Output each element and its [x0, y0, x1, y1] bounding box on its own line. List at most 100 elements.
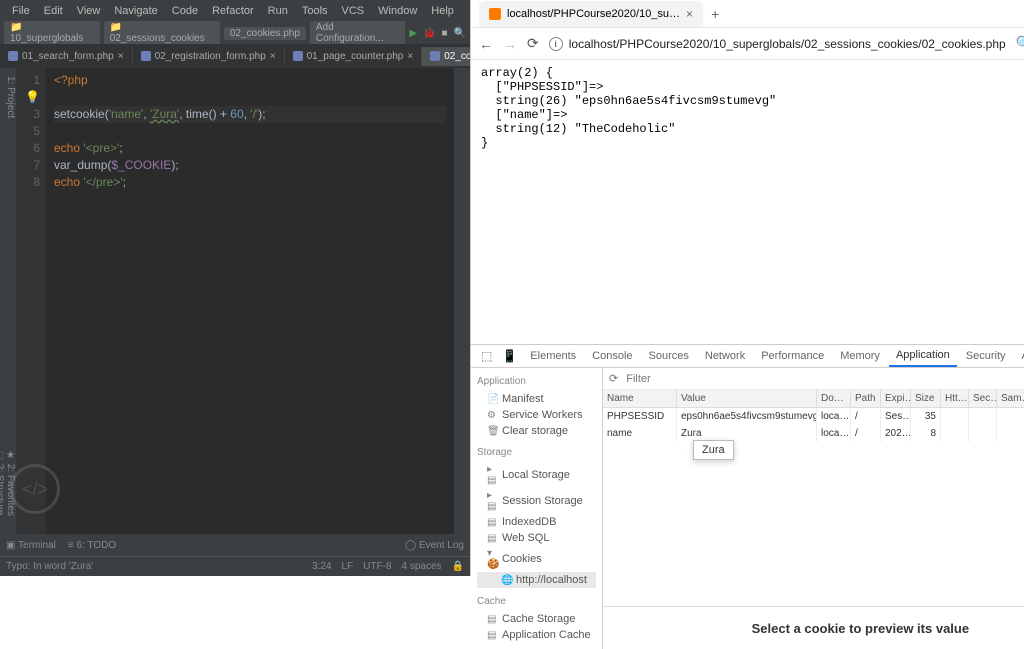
sidebar-clear[interactable]: 🗑Clear storage [477, 423, 596, 439]
menu-vcs[interactable]: VCS [336, 3, 371, 19]
event-log-button[interactable]: ◯ Event Log [405, 540, 464, 551]
device-icon[interactable]: 📱 [498, 349, 521, 363]
menu-help[interactable]: Help [425, 3, 460, 19]
add-configuration-button[interactable]: Add Configuration... [310, 21, 405, 45]
status-le: LF [342, 561, 354, 572]
th-secure[interactable]: Sec… [969, 390, 997, 408]
sidebar-cachestorage[interactable]: ▤Cache Storage [477, 611, 596, 627]
menu-refactor[interactable]: Refactor [206, 3, 260, 19]
inspect-icon[interactable]: ⬚ [477, 349, 496, 363]
ide-bottom-toolbar: ▣ Terminal ≡ 6: TODO ◯ Event Log [0, 534, 470, 556]
ide-window: File Edit View Navigate Code Refactor Ru… [0, 0, 470, 576]
th-name[interactable]: Name [603, 390, 677, 408]
menu-view[interactable]: View [71, 3, 107, 19]
sidebar-session[interactable]: ▸ ▤Session Storage [477, 488, 596, 514]
filter-input[interactable]: Filter [626, 373, 1024, 385]
th-expires[interactable]: Expi… [881, 390, 911, 408]
todo-button[interactable]: ≡ 6: TODO [68, 540, 116, 551]
sidebar-manifest[interactable]: 📄Manifest [477, 391, 596, 407]
th-path[interactable]: Path [851, 390, 881, 408]
site-info-icon[interactable]: i [549, 37, 563, 51]
th-samesite[interactable]: Sam… [997, 390, 1024, 408]
ide-body: 1: Project 1 💡 3 5 6 7 8 <?php setcookie… [0, 68, 470, 534]
ide-breadcrumb-bar: 📁 10_superglobals 📁 02_sessions_cookies … [0, 22, 470, 44]
th-size[interactable]: Size [911, 390, 941, 408]
devtools-tabs: ⬚ 📱 Elements Console Sources Network Per… [471, 345, 1024, 368]
sidebar-appcache[interactable]: ▤Application Cache [477, 627, 596, 643]
devtools-body: Application 📄Manifest ⚙Service Workers 🗑… [471, 368, 1024, 649]
editor-tab-1[interactable]: 01_search_form.php× [0, 47, 133, 66]
favicon-icon [489, 8, 501, 20]
cookie-value-editor[interactable]: Zura [693, 440, 734, 460]
menu-navigate[interactable]: Navigate [108, 3, 163, 19]
sidebar-websql[interactable]: ▤Web SQL [477, 530, 596, 546]
reload-icon[interactable]: ⟳ [527, 35, 539, 52]
menu-code[interactable]: Code [166, 3, 204, 19]
th-domain[interactable]: Do… [817, 390, 851, 408]
editor-tab-3[interactable]: 01_page_counter.php× [285, 47, 423, 66]
devtools-sidebar: Application 📄Manifest ⚙Service Workers 🗑… [471, 368, 603, 649]
tab-security[interactable]: Security [959, 346, 1013, 366]
sidebar-sw[interactable]: ⚙Service Workers [477, 407, 596, 423]
sidebar-hdr-storage: Storage [477, 447, 596, 458]
ide-editor[interactable]: <?php setcookie('name', 'Zura', time() +… [46, 68, 454, 534]
table-row[interactable]: name [603, 425, 677, 442]
cookie-table-wrap: Name Value Do… Path Expi… Size Htt… Sec…… [603, 390, 1024, 607]
stop-icon[interactable]: ■ [442, 28, 448, 39]
status-typo: Typo: In word 'Zura' [6, 561, 93, 572]
th-value[interactable]: Value [677, 390, 817, 408]
run-icon[interactable]: ▶ [409, 28, 417, 39]
status-lock-icon: 🔒 [452, 561, 464, 572]
cookie-toolbar: ⟳ Filter ⊘ ✕ [603, 368, 1024, 390]
back-icon[interactable]: ← [479, 36, 493, 52]
breadcrumb-file[interactable]: 02_cookies.php [224, 27, 306, 40]
tab-title: localhost/PHPCourse2020/10_su… [507, 8, 680, 20]
tab-close-icon[interactable]: × [686, 7, 693, 21]
menu-edit[interactable]: Edit [38, 3, 69, 19]
tab-performance[interactable]: Performance [754, 346, 831, 366]
bulb-icon[interactable]: 💡 [16, 89, 40, 106]
browser-addressbar: ← → ⟳ i localhost/PHPCourse2020/10_super… [471, 28, 1024, 60]
tab-audits[interactable]: Audits [1015, 346, 1024, 366]
url-text: localhost/PHPCourse2020/10_superglobals/… [569, 37, 1006, 51]
breadcrumb-folder2[interactable]: 📁 02_sessions_cookies [104, 21, 220, 45]
th-http[interactable]: Htt… [941, 390, 969, 408]
tab-elements[interactable]: Elements [523, 346, 583, 366]
debug-icon[interactable]: 🐞 [423, 28, 435, 39]
sidebar-hdr-app: Application [477, 376, 596, 387]
status-pos: 3:24 [312, 561, 331, 572]
tab-network[interactable]: Network [698, 346, 752, 366]
menu-tools[interactable]: Tools [296, 3, 334, 19]
table-row[interactable]: PHPSESSID [603, 408, 677, 425]
forward-icon[interactable]: → [503, 36, 517, 52]
sidebar-cookie-host[interactable]: 🌐http://localhost [477, 572, 596, 588]
breadcrumb-folder1[interactable]: 📁 10_superglobals [4, 21, 100, 45]
devtools: ⬚ 📱 Elements Console Sources Network Per… [471, 344, 1024, 576]
url-field[interactable]: i localhost/PHPCourse2020/10_superglobal… [549, 37, 1006, 51]
sidebar-idb[interactable]: ▤IndexedDB [477, 514, 596, 530]
menu-run[interactable]: Run [262, 3, 294, 19]
terminal-button[interactable]: ▣ Terminal [6, 540, 56, 551]
search-icon[interactable]: 🔍 [454, 28, 466, 39]
tab-application[interactable]: Application [889, 345, 957, 367]
devtools-main: ⟳ Filter ⊘ ✕ Name Value Do… Path Expi… S… [603, 368, 1024, 649]
new-tab-button[interactable]: + [703, 6, 727, 22]
cookie-table: Name Value Do… Path Expi… Size Htt… Sec…… [603, 390, 1024, 442]
tab-console[interactable]: Console [585, 346, 639, 366]
menu-window[interactable]: Window [372, 3, 423, 19]
sidebar-local[interactable]: ▸ ▤Local Storage [477, 462, 596, 488]
browser-tabbar: localhost/PHPCourse2020/10_su… × + — ☐ ✕ [471, 0, 1024, 28]
ide-editor-tabs: 01_search_form.php× 02_registration_form… [0, 44, 470, 68]
cookie-preview: Select a cookie to preview its value [603, 607, 1024, 649]
tab-sources[interactable]: Sources [642, 346, 696, 366]
tab-memory[interactable]: Memory [833, 346, 887, 366]
watermark-icon: </> [10, 464, 60, 514]
browser-tab[interactable]: localhost/PHPCourse2020/10_su… × [479, 1, 703, 27]
menu-file[interactable]: File [6, 3, 36, 19]
editor-tab-2[interactable]: 02_registration_form.php× [133, 47, 285, 66]
sidebar-cookies[interactable]: ▾ 🍪Cookies [477, 546, 596, 572]
refresh-icon[interactable]: ⟳ [609, 372, 618, 385]
ide-status-bar: Typo: In word 'Zura' 3:24 LF UTF-8 4 spa… [0, 556, 470, 576]
zoom-icon[interactable]: 🔍 [1016, 35, 1024, 52]
ide-right-gutter [454, 68, 470, 534]
